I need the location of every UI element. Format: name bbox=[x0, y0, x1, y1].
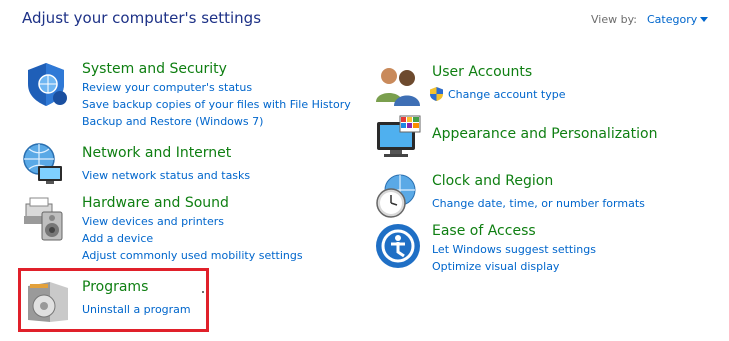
category-title-user-accounts[interactable]: User Accounts bbox=[432, 64, 532, 80]
shield-globe-icon[interactable] bbox=[22, 60, 70, 108]
link-network-status[interactable]: View network status and tasks bbox=[82, 169, 250, 182]
uac-shield-icon bbox=[430, 87, 443, 101]
link-review-status[interactable]: Review your computer's status bbox=[82, 81, 252, 94]
category-title-clock[interactable]: Clock and Region bbox=[432, 173, 553, 189]
chevron-down-icon[interactable] bbox=[700, 17, 708, 22]
page-title: Adjust your computer's settings bbox=[22, 9, 262, 27]
link-change-account-type[interactable]: Change account type bbox=[448, 88, 566, 101]
users-icon[interactable] bbox=[374, 62, 422, 110]
link-add-device[interactable]: Add a device bbox=[82, 232, 153, 245]
category-title-system-security[interactable]: System and Security bbox=[82, 61, 227, 77]
view-by-label: View by: bbox=[591, 13, 637, 26]
category-title-ease[interactable]: Ease of Access bbox=[432, 223, 536, 239]
link-windows-suggest[interactable]: Let Windows suggest settings bbox=[432, 243, 596, 256]
category-title-network[interactable]: Network and Internet bbox=[82, 145, 231, 161]
ease-of-access-icon[interactable] bbox=[374, 222, 422, 270]
view-by-dropdown[interactable]: Category bbox=[647, 13, 697, 26]
stray-dot bbox=[202, 291, 204, 293]
category-title-appearance[interactable]: Appearance and Personalization bbox=[432, 126, 657, 142]
link-mobility-settings[interactable]: Adjust commonly used mobility settings bbox=[82, 249, 303, 262]
link-date-time-formats[interactable]: Change date, time, or number formats bbox=[432, 197, 645, 210]
link-file-history[interactable]: Save backup copies of your files with Fi… bbox=[82, 98, 351, 111]
link-backup-restore[interactable]: Backup and Restore (Windows 7) bbox=[82, 115, 263, 128]
monitor-palette-icon[interactable] bbox=[374, 114, 422, 162]
link-optimize-visual[interactable]: Optimize visual display bbox=[432, 260, 559, 273]
category-title-hardware[interactable]: Hardware and Sound bbox=[82, 195, 229, 211]
printer-speaker-icon[interactable] bbox=[20, 194, 68, 242]
clock-globe-icon[interactable] bbox=[374, 172, 422, 220]
highlight-box bbox=[18, 268, 209, 332]
link-devices-printers[interactable]: View devices and printers bbox=[82, 215, 224, 228]
network-globe-icon[interactable] bbox=[20, 140, 68, 188]
